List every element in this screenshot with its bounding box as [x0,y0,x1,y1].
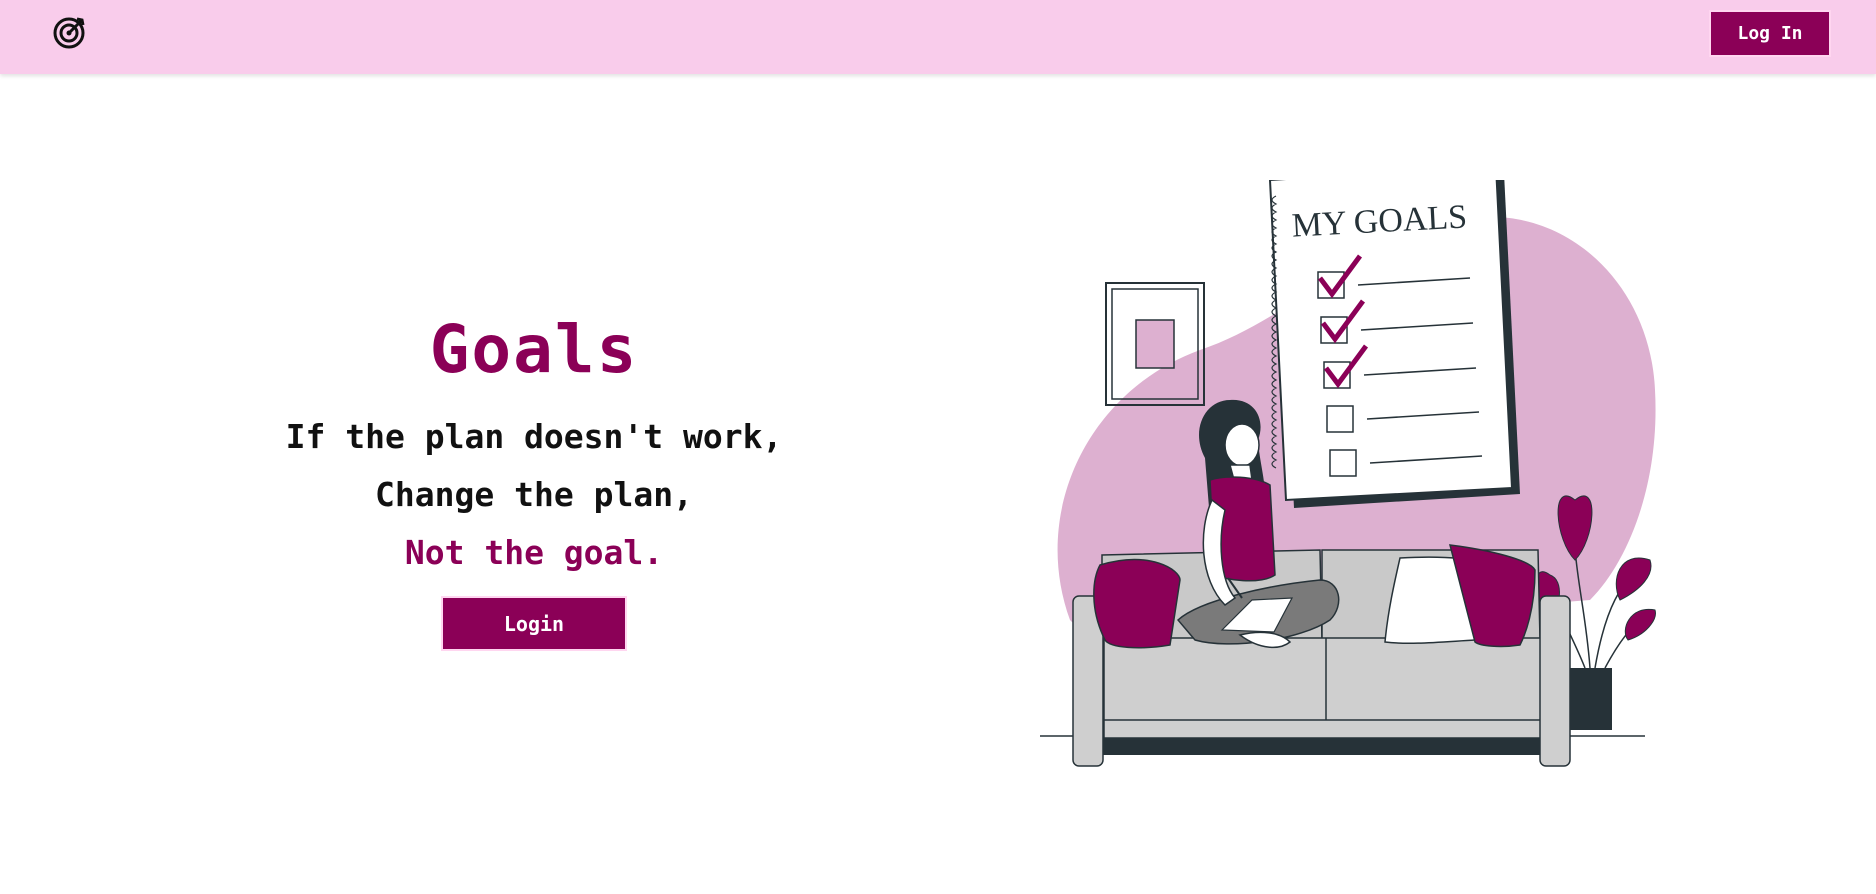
nav-login-button[interactable]: Log In [1709,10,1831,57]
quote-line-2: Change the plan, [375,475,693,514]
hero-section: Goals If the plan doesn't work, Change t… [230,310,838,651]
sofa-icon [1072,544,1571,767]
hero-login-button[interactable]: Login [441,596,627,651]
goals-illustration: MY GOALS [1030,164,1670,780]
target-logo-icon[interactable] [50,14,88,52]
goals-poster: MY GOALS [1268,164,1520,508]
top-navbar: Log In [0,0,1876,74]
quote-line-1: If the plan doesn't work, [285,417,783,456]
page-title: Goals [429,311,639,388]
quote-line-3: Not the goal. [404,533,664,572]
